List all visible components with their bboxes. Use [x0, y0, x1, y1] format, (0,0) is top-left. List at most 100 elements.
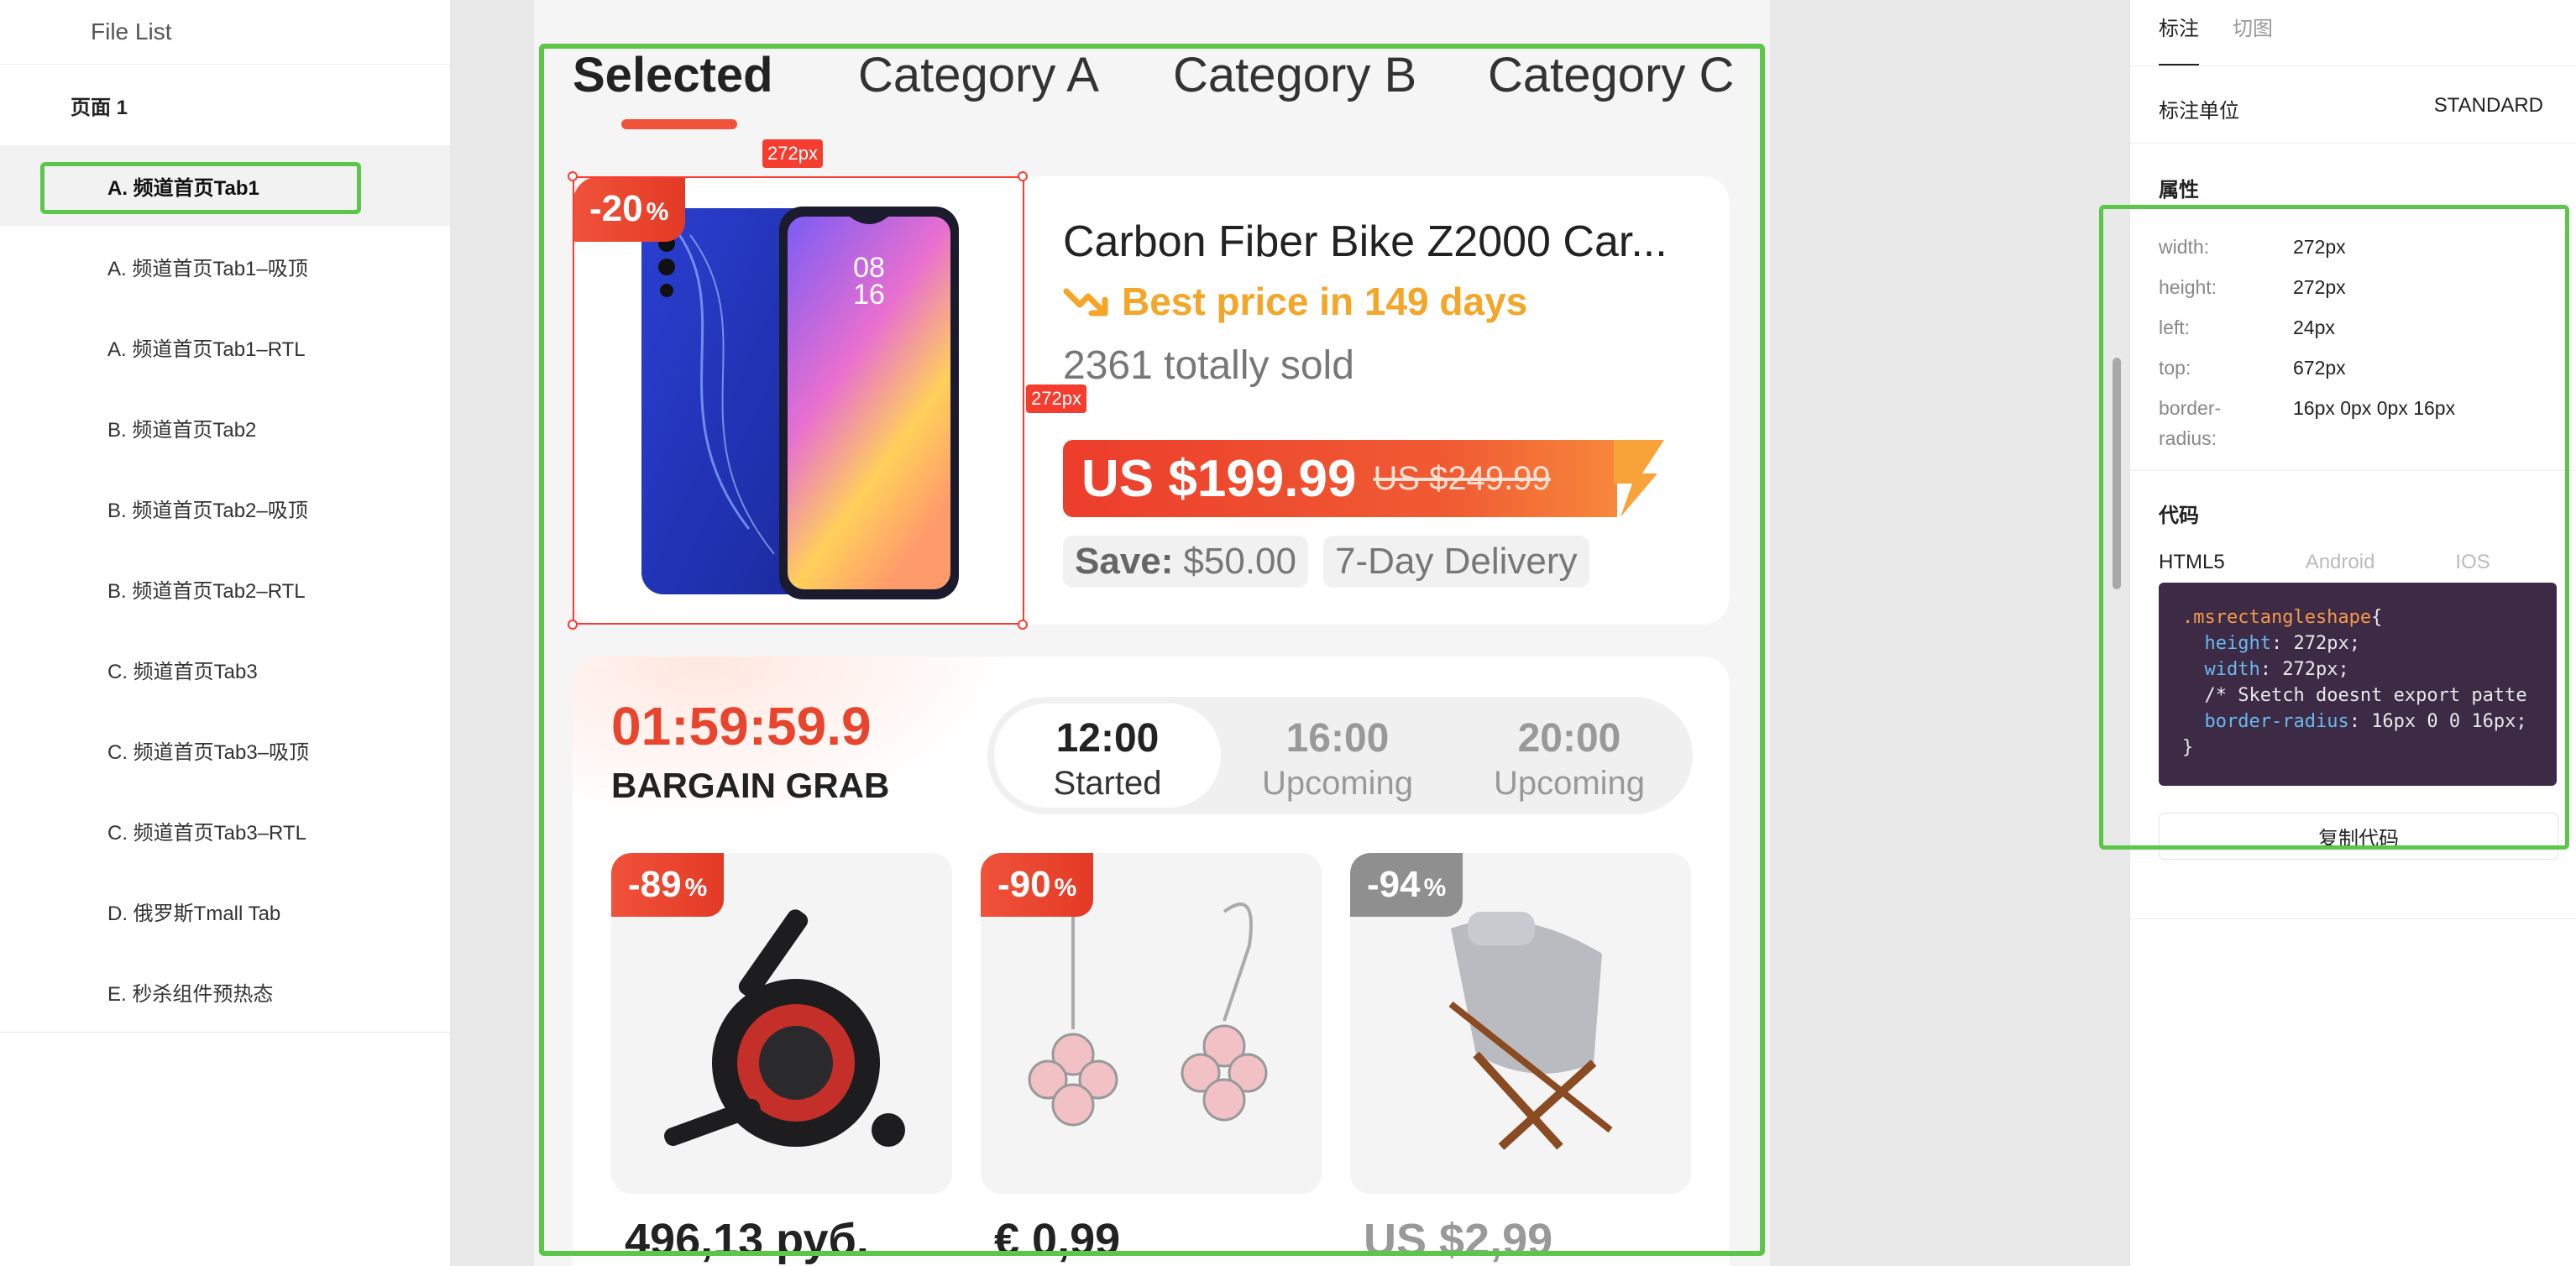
code-title: 代码: [2159, 505, 2199, 527]
deal-price: € 0,99: [994, 1215, 1121, 1265]
tab-slices[interactable]: 切图: [2233, 12, 2273, 41]
prop-key: left:: [2159, 316, 2191, 338]
discount-value: -94: [1367, 864, 1421, 905]
deal-item[interactable]: -94 %: [1350, 853, 1691, 1194]
inspector-tabs: 标注 切图: [2159, 12, 2273, 41]
discount-value: -89: [628, 864, 682, 905]
save-value: $50.00: [1183, 541, 1296, 582]
prop-value[interactable]: 272px: [2293, 272, 2346, 302]
prop-value[interactable]: 16px 0px 0px 16px: [2293, 393, 2455, 453]
artboard-item-label: C. 频道首页Tab3–吸顶: [107, 740, 310, 764]
artboard-item-label: C. 频道首页Tab3: [107, 660, 258, 683]
divider: [2130, 918, 2576, 919]
prop-row: width: 272px: [2159, 232, 2346, 262]
sold-count: 2361 totally sold: [1063, 343, 1354, 388]
artboard-item[interactable]: A. 频道首页Tab1–吸顶: [0, 226, 450, 306]
artboard-item[interactable]: B. 频道首页Tab2: [0, 387, 450, 468]
original-price: US $249.99: [1373, 459, 1551, 497]
slot-state: Upcoming: [1261, 765, 1414, 802]
save-chip: Save: $50.00: [1063, 536, 1308, 588]
discount-unit: %: [684, 874, 708, 902]
code-value: 272px;: [2293, 633, 2360, 654]
prop-value[interactable]: 24px: [2293, 312, 2335, 343]
active-tab-indicator: [621, 119, 737, 129]
slot-state: Started: [1053, 765, 1162, 802]
tab-category-c[interactable]: Category C: [1488, 47, 1734, 103]
tab-html5[interactable]: HTML5: [2159, 551, 2225, 574]
css-code-block[interactable]: .msrectangleshape{ height: 272px; width:…: [2159, 583, 2557, 786]
code-value: 16px 0 0 16px;: [2371, 711, 2527, 732]
prop-row: border- radius: 16px 0px 0px 16px: [2159, 393, 2455, 453]
measure-handle: [568, 620, 578, 630]
tab-annotation[interactable]: 标注: [2159, 12, 2199, 41]
code-platform-tabs: HTML5 Android IOS: [2159, 551, 2490, 574]
prop-row: left: 24px: [2159, 312, 2335, 343]
page-item[interactable]: 页面 1: [0, 65, 450, 145]
divider: [2130, 65, 2576, 66]
discount-value: -90: [997, 864, 1051, 905]
artboard-item-label: C. 频道首页Tab3–RTL: [107, 821, 306, 845]
discount-unit: %: [1423, 874, 1447, 902]
time-slot[interactable]: 12:00 Started: [994, 704, 1221, 808]
divider: [2130, 143, 2576, 144]
countdown-timer: 01:59:59.9: [611, 696, 872, 756]
unit-select[interactable]: STANDARD: [2434, 94, 2543, 118]
trend-down-icon: [1063, 288, 1108, 316]
product-info: Carbon Fiber Bike Z2000 Car... Best pric…: [1063, 176, 1701, 625]
artboard-item[interactable]: B. 频道首页Tab2–RTL: [0, 548, 450, 629]
tab-android[interactable]: Android: [2306, 551, 2375, 574]
file-list-panel: File List 页面 1 A. 频道首页Tab1 A. 频道首页Tab1–吸…: [0, 0, 451, 1266]
layer-measure-box: [573, 176, 1024, 625]
artboard-item[interactable]: B. 频道首页Tab2–吸顶: [0, 468, 450, 548]
code-property: width: [2204, 659, 2260, 680]
prop-key: width:: [2159, 236, 2210, 258]
tab-category-a[interactable]: Category A: [858, 47, 1099, 103]
copy-code-button[interactable]: 复制代码: [2159, 813, 2558, 860]
best-price-text: Best price in 149 days: [1122, 280, 1528, 323]
prop-value[interactable]: 272px: [2293, 232, 2346, 262]
delivery-chip: 7-Day Delivery: [1323, 536, 1589, 588]
inspector-scrollbar[interactable]: [2113, 358, 2121, 589]
artboard-item[interactable]: C. 频道首页Tab3–RTL: [0, 790, 450, 871]
artboard-item-label: D. 俄罗斯Tmall Tab: [107, 902, 281, 925]
artboard-item[interactable]: E. 秒杀组件预热态: [0, 951, 450, 1032]
file-list-header: File List: [0, 0, 450, 65]
measure-handle: [1018, 620, 1028, 630]
time-slot[interactable]: 20:00 Upcoming: [1456, 704, 1683, 808]
deal-item[interactable]: -89 %: [611, 853, 952, 1194]
best-price-line: Best price in 149 days: [1063, 279, 1527, 324]
save-label: Save:: [1075, 541, 1174, 582]
code-value: 272px;: [2282, 659, 2349, 680]
artboard-item-label: B. 频道首页Tab2: [107, 418, 257, 442]
height-measure-label: 272px: [1026, 385, 1086, 413]
prop-key-line: radius:: [2159, 427, 2217, 449]
bargain-grab-card[interactable]: 01:59:59.9 BARGAIN GRAB 12:00 Started 16…: [573, 657, 1730, 1266]
current-price: US $199.99: [1081, 449, 1357, 508]
deal-item[interactable]: -90 %: [981, 853, 1322, 1194]
tab-selected[interactable]: Selected: [573, 47, 773, 103]
artboard-item[interactable]: C. 频道首页Tab3: [0, 629, 450, 709]
category-tabs: Selected Category A Category B Category …: [573, 47, 1740, 131]
divider: [2130, 470, 2576, 471]
product-chips: Save: $50.00 7-Day Delivery: [1063, 536, 1589, 588]
tab-category-b[interactable]: Category B: [1173, 47, 1416, 103]
time-slot[interactable]: 16:00 Upcoming: [1224, 704, 1451, 808]
prop-key: height:: [2159, 276, 2217, 298]
prop-row: height: 272px: [2159, 272, 2346, 302]
discount-badge: -90 %: [981, 853, 1094, 917]
product-title[interactable]: Carbon Fiber Bike Z2000 Car...: [1063, 217, 1668, 267]
artboard-item[interactable]: D. 俄罗斯Tmall Tab: [0, 871, 450, 951]
inspector-panel: 标注 切图 标注单位 STANDARD 属性 width: 272px heig…: [2129, 0, 2576, 1266]
artboard-item-tab1[interactable]: A. 频道首页Tab1: [0, 145, 450, 226]
artboard-item[interactable]: C. 频道首页Tab3–吸顶: [0, 709, 450, 790]
code-property: height: [2204, 633, 2271, 654]
prop-row: top: 672px: [2159, 353, 2346, 383]
prop-value[interactable]: 672px: [2293, 353, 2346, 383]
unit-label: 标注单位: [2159, 100, 2239, 123]
time-slot-selector: 12:00 Started 16:00 Upcoming 20:00 Upcom…: [987, 697, 1693, 814]
tab-ios[interactable]: IOS: [2455, 551, 2490, 574]
artboard-item[interactable]: A. 频道首页Tab1–RTL: [0, 306, 450, 387]
properties-title: 属性: [2159, 179, 2199, 201]
price-banner: US $199.99 US $249.99: [1063, 440, 1664, 517]
artboard-item-label: A. 频道首页Tab1–RTL: [107, 337, 306, 361]
